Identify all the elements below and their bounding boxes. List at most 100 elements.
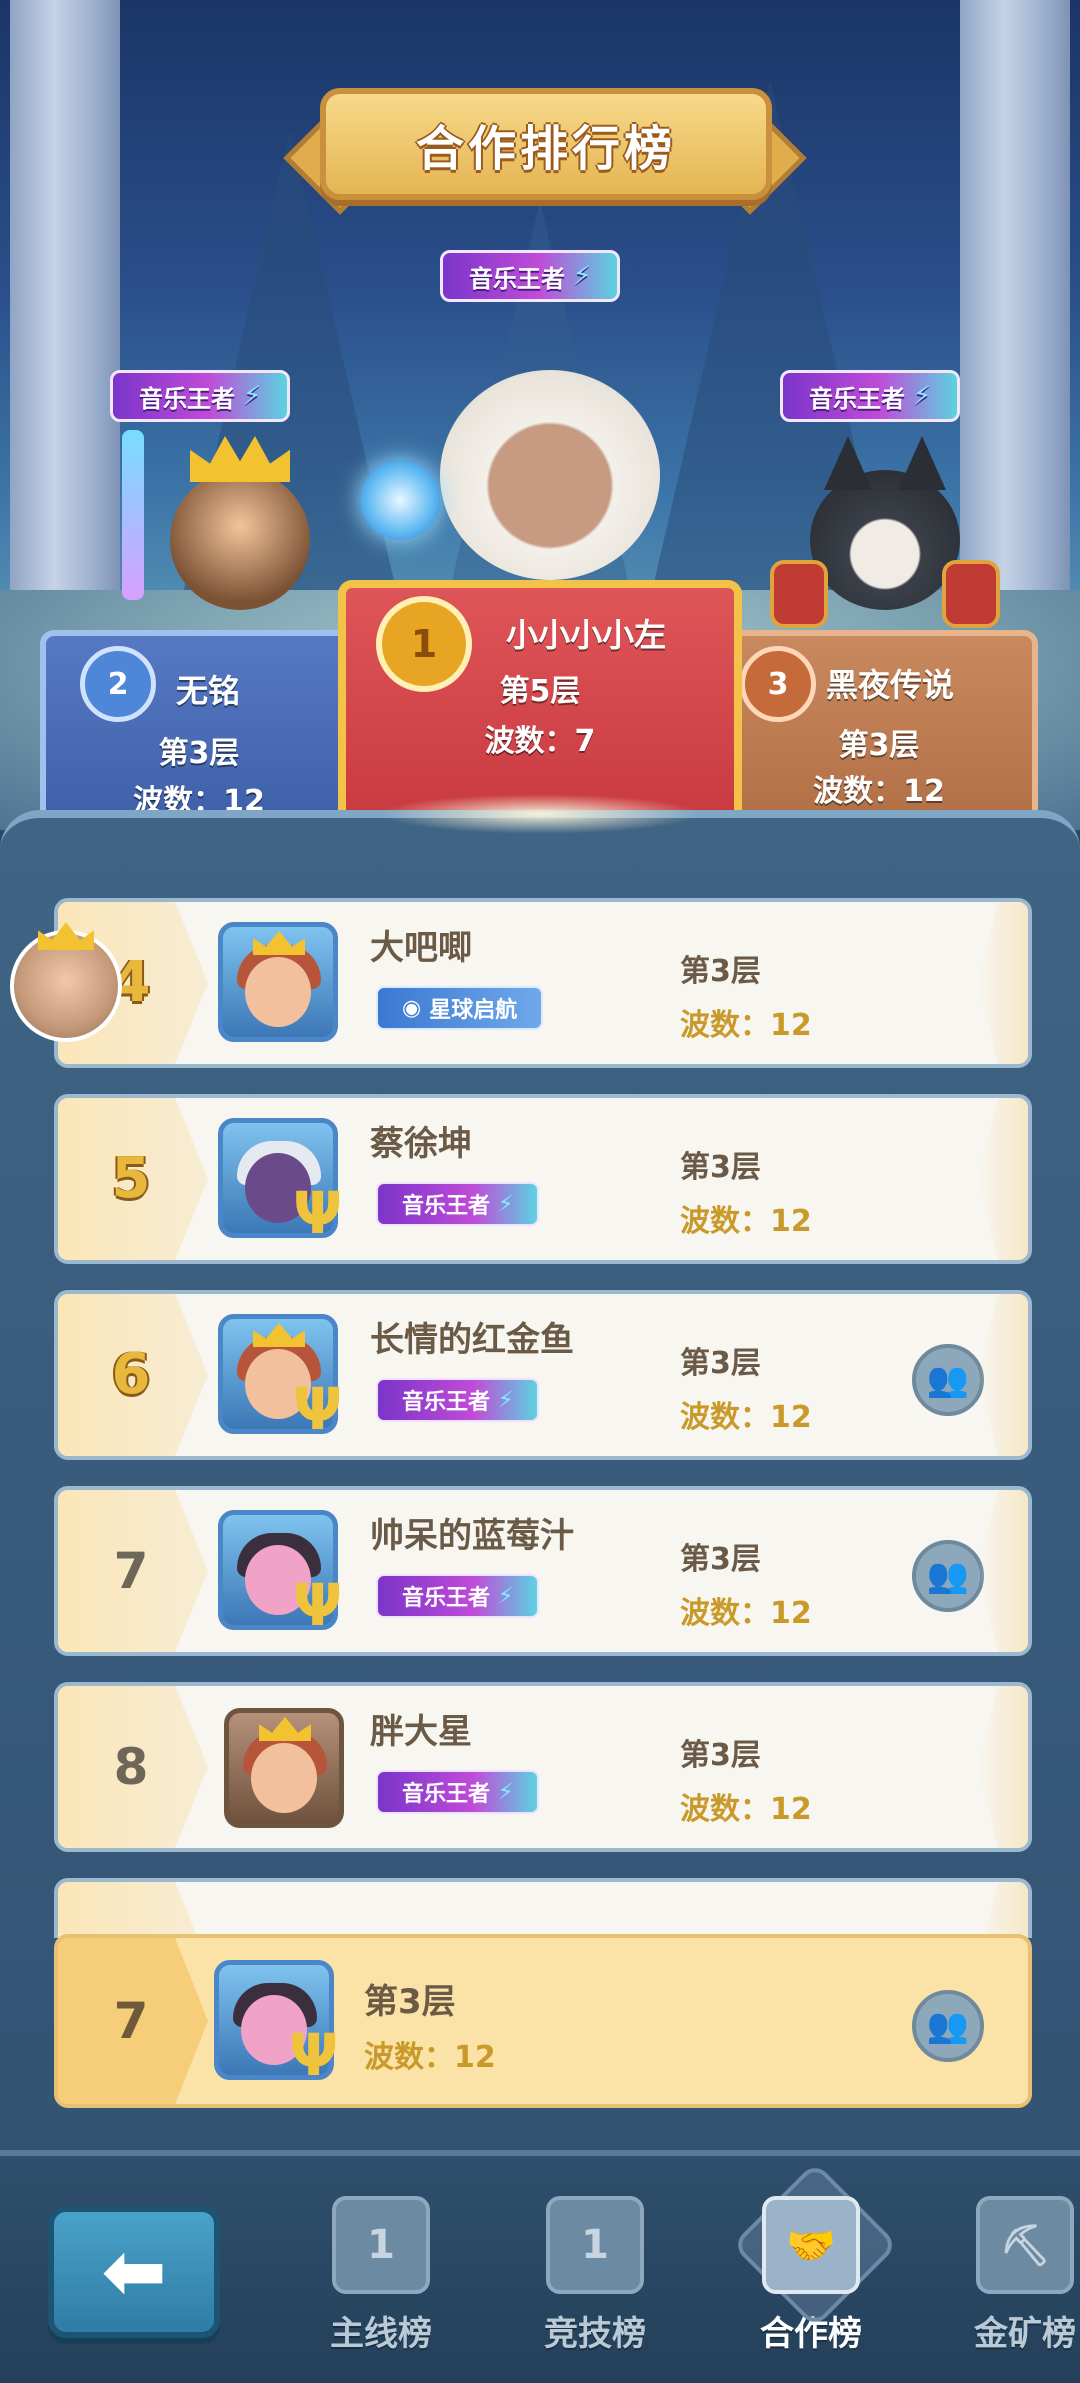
rank-number: 7 [113, 1992, 149, 2050]
armor-arm [770, 560, 828, 628]
pillar-left [10, 0, 120, 640]
sword-icon [122, 430, 144, 600]
waves-text: 波数：7 [484, 724, 596, 759]
title-tag: ◉ 星球启航 [376, 986, 544, 1030]
tab-arena-ranking[interactable]: 1 竞技榜 [510, 2196, 680, 2366]
page-title: 合作排行榜 [415, 121, 676, 177]
row-edge-decor [978, 1098, 1028, 1260]
trident-icon: Ψ [293, 1375, 343, 1443]
player-avatar[interactable]: Ψ [218, 1314, 342, 1439]
tab-coop-ranking[interactable]: 🤝 合作榜 [726, 2196, 896, 2366]
list-item[interactable] [54, 1878, 1032, 1938]
pillar-right [960, 0, 1070, 640]
guitar-icon: ⚡ [498, 1387, 514, 1413]
row-edge-decor [978, 1490, 1028, 1652]
tab-goldmine-ranking[interactable]: ⛏ 金矿榜 [940, 2196, 1080, 2366]
crown-icon [259, 1717, 311, 1741]
crown-icon [253, 1323, 305, 1347]
back-button[interactable]: ⬅ [48, 2206, 220, 2338]
waves-text: 波数：12 [813, 774, 945, 809]
podium-third[interactable]: 3 黑夜传说 第3层 波数：12 [720, 630, 1038, 830]
armor-arm [942, 560, 1000, 628]
my-rank-row[interactable]: 7 Ψ 第3层 波数：12 👥 [54, 1934, 1032, 2108]
waves-text: 波数：12 [364, 2040, 496, 2075]
planet-icon: ◉ [402, 995, 422, 1021]
player-name: 黑夜传说 [826, 666, 955, 704]
floor-text: 第3层 [680, 954, 761, 989]
row-edge-decor [978, 1882, 1028, 1938]
icon-glyph: 1 [367, 2222, 395, 2268]
team-icon[interactable]: 👥 [912, 1990, 984, 2062]
floor-text: 第3层 [158, 736, 240, 771]
row-edge-decor [978, 902, 1028, 1064]
avatar-face [251, 1743, 317, 1813]
trident-icon: Ψ [289, 2021, 339, 2089]
guitar-icon: ⚡ [243, 381, 262, 411]
player-avatar[interactable] [224, 1708, 344, 1828]
title-tag-second: 音乐王者 ⚡ [110, 370, 291, 422]
hero-king-avatar[interactable] [122, 430, 310, 610]
title-tag-label: 音乐王者 [402, 1586, 491, 1611]
avatar-face [245, 957, 311, 1027]
player-avatar[interactable] [218, 922, 338, 1042]
podium-second[interactable]: 2 无铭 第3层 波数：12 [40, 630, 358, 830]
guitar-icon: ⚡ [498, 1779, 514, 1805]
trident-icon: Ψ [293, 1571, 343, 1639]
rank-number: 6 [111, 1342, 151, 1407]
title-banner: 合作排行榜 [320, 88, 772, 200]
waves-text: 波数：12 [680, 1204, 812, 1239]
list-item[interactable]: 6 Ψ 长情的红金鱼 音乐王者 ⚡ 第3层 波数：12 👥 [54, 1290, 1032, 1460]
medal-number: 3 [767, 666, 789, 702]
player-name: 无铭 [176, 672, 241, 710]
podium-first[interactable]: 1 小小小小左 第5层 波数：7 [338, 580, 742, 830]
player-name: 长情的红金鱼 [370, 1320, 574, 1360]
floor-text: 第3层 [838, 728, 920, 763]
title-tag: 音乐王者 ⚡ [376, 1574, 540, 1618]
team-icon[interactable]: 👥 [912, 1540, 984, 1612]
icon-glyph: ⛏ [999, 2222, 1051, 2269]
floor-text: 第3层 [680, 1346, 761, 1381]
bottom-nav: ⬅ 1 主线榜 1 竞技榜 🤝 合作榜 ⛏ 金矿榜 [0, 2150, 1080, 2383]
title-tag-label: 音乐王者 [402, 1390, 491, 1415]
title-tag-label: 音乐王者 [402, 1194, 491, 1219]
hero-wolf-avatar[interactable] [770, 436, 1000, 628]
guitar-icon: ⚡ [498, 1583, 514, 1609]
banner-1-icon: 1 [546, 2196, 644, 2294]
list-item[interactable]: 5 Ψ 蔡徐坤 音乐王者 ⚡ 第3层 波数：12 [54, 1094, 1032, 1264]
hero-sage-avatar[interactable] [360, 370, 660, 580]
crown-icon [253, 931, 305, 955]
list-item[interactable]: 7 Ψ 帅呆的蓝莓汁 音乐王者 ⚡ 第3层 波数：12 👥 [54, 1486, 1032, 1656]
guitar-icon: ⚡ [573, 261, 592, 291]
title-tag: 音乐王者 ⚡ [376, 1770, 540, 1814]
player-avatar[interactable]: Ψ [218, 1118, 342, 1243]
trident-icon: Ψ [293, 1179, 343, 1247]
rank-background [58, 1882, 208, 1938]
team-icon[interactable]: 👥 [912, 1344, 984, 1416]
list-item[interactable]: 4 大吧唧 ◉ 星球启航 第3层 波数：12 [54, 898, 1032, 1068]
rank-2-medal-icon: 2 [80, 646, 156, 722]
floor-text: 第3层 [680, 1542, 761, 1577]
waves-text: 波数：12 [680, 1400, 812, 1435]
rank-3-medal-icon: 3 [740, 646, 816, 722]
medal-number: 1 [410, 622, 438, 666]
floor-text: 第3层 [680, 1738, 761, 1773]
title-tag-label: 星球启航 [429, 998, 518, 1023]
list-item[interactable]: 8 胖大星 音乐王者 ⚡ 第3层 波数：12 [54, 1682, 1032, 1852]
wolf-ear [824, 436, 872, 490]
tab-label: 金矿榜 [974, 2314, 1076, 2354]
icon-glyph: 🤝 [786, 2222, 836, 2269]
title-tag: 音乐王者 ⚡ [376, 1378, 540, 1422]
rank-number: 5 [111, 1146, 151, 1211]
title-tag-label: 音乐王者 [809, 384, 905, 413]
waves-text: 波数：12 [680, 1792, 812, 1827]
title-tag-label: 音乐王者 [139, 384, 235, 413]
player-avatar[interactable]: Ψ [214, 1960, 338, 2085]
own-avatar-badge[interactable] [10, 922, 122, 1042]
player-avatar[interactable]: Ψ [218, 1510, 342, 1635]
waves-text: 波数：12 [680, 1008, 812, 1043]
title-tag: 音乐王者 ⚡ [376, 1182, 540, 1226]
waves-text: 波数：12 [680, 1596, 812, 1631]
tab-main-ranking[interactable]: 1 主线榜 [296, 2196, 466, 2366]
ranking-list[interactable]: 4 大吧唧 ◉ 星球启航 第3层 波数：12 5 Ψ 蔡徐坤 音乐王者 ⚡ 第3… [0, 898, 1080, 1938]
magic-orb-icon [360, 460, 440, 540]
